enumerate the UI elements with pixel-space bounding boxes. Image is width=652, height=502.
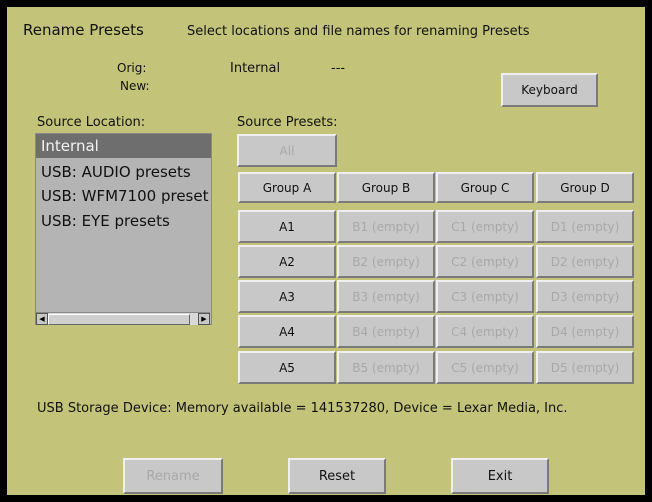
usb-status: USB Storage Device: Memory available = 1… <box>37 401 568 416</box>
preset-d4-button[interactable]: D4 (empty) <box>536 315 634 348</box>
preset-b3-button[interactable]: B3 (empty) <box>337 280 435 313</box>
page-title: Rename Presets <box>23 21 144 39</box>
preset-d3-button[interactable]: D3 (empty) <box>536 280 634 313</box>
preset-d2-button[interactable]: D2 (empty) <box>536 245 634 278</box>
preset-c2-button[interactable]: C2 (empty) <box>436 245 534 278</box>
orig-label: Orig: <box>117 61 147 75</box>
source-presets-label: Source Presets: <box>237 115 338 130</box>
preset-a5-button[interactable]: A5 <box>238 351 336 384</box>
preset-c5-button[interactable]: C5 (empty) <box>436 351 534 384</box>
preset-b2-button[interactable]: B2 (empty) <box>337 245 435 278</box>
list-item[interactable]: Internal <box>36 134 211 158</box>
preset-a2-button[interactable]: A2 <box>238 245 336 278</box>
preset-b5-button[interactable]: B5 (empty) <box>337 351 435 384</box>
preset-d5-button[interactable]: D5 (empty) <box>536 351 634 384</box>
reset-button[interactable]: Reset <box>288 458 386 494</box>
page-subtitle: Select locations and file names for rena… <box>187 24 530 39</box>
orig-name: --- <box>331 61 346 76</box>
list-item[interactable]: USB: EYE presets <box>36 209 211 233</box>
preset-c1-button[interactable]: C1 (empty) <box>436 210 534 243</box>
group-c-button[interactable]: Group C <box>436 172 534 203</box>
preset-a3-button[interactable]: A3 <box>238 280 336 313</box>
preset-a4-button[interactable]: A4 <box>238 315 336 348</box>
preset-b1-button[interactable]: B1 (empty) <box>337 210 435 243</box>
scroll-right-icon[interactable]: ▶ <box>198 313 210 325</box>
preset-a1-button[interactable]: A1 <box>238 210 336 243</box>
horizontal-scrollbar[interactable]: ◀ ▶ <box>36 312 210 325</box>
source-location-label: Source Location: <box>37 115 146 130</box>
scroll-left-icon[interactable]: ◀ <box>36 313 48 325</box>
new-label: New: <box>120 79 150 93</box>
preset-b4-button[interactable]: B4 (empty) <box>337 315 435 348</box>
all-button[interactable]: All <box>237 134 337 167</box>
keyboard-button[interactable]: Keyboard <box>501 73 598 107</box>
orig-value: Internal <box>230 61 281 76</box>
list-item[interactable]: USB: WFM7100 preset <box>36 184 211 208</box>
rename-button[interactable]: Rename <box>123 458 223 494</box>
list-item[interactable]: USB: AUDIO presets <box>36 160 211 184</box>
preset-c3-button[interactable]: C3 (empty) <box>436 280 534 313</box>
preset-c4-button[interactable]: C4 (empty) <box>436 315 534 348</box>
group-d-button[interactable]: Group D <box>536 172 634 203</box>
source-location-list[interactable]: Internal USB: AUDIO presets USB: WFM7100… <box>35 133 212 325</box>
exit-button[interactable]: Exit <box>451 458 549 494</box>
group-b-button[interactable]: Group B <box>337 172 435 203</box>
scrollbar-thumb[interactable] <box>48 314 190 325</box>
preset-d1-button[interactable]: D1 (empty) <box>536 210 634 243</box>
group-a-button[interactable]: Group A <box>238 172 336 203</box>
